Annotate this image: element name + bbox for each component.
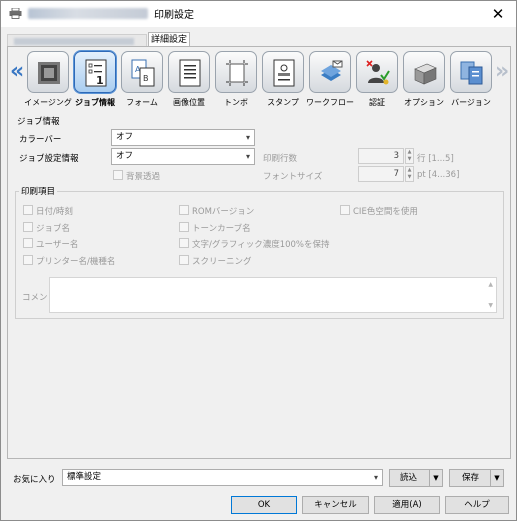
date-time-label: 日付/時刻	[36, 207, 73, 217]
toolbar-item-frame	[309, 51, 351, 93]
svg-text:1: 1	[96, 74, 104, 87]
user-name-checkbox[interactable]	[23, 238, 33, 248]
apply-button[interactable]: 適用(A)	[374, 496, 440, 514]
tab-advanced-settings[interactable]: 詳細設定	[148, 32, 190, 47]
job-name-label: ジョブ名	[36, 224, 71, 234]
color-bar-label: カラーバー	[19, 135, 62, 145]
screening-label: スクリーニング	[192, 257, 252, 267]
close-icon: ✕	[491, 5, 505, 23]
save-button-label: 保存	[462, 473, 480, 483]
version-icon	[460, 61, 483, 85]
scroll-up-icon[interactable]: ▲	[488, 281, 493, 288]
rom-version-checkbox[interactable]	[179, 205, 189, 215]
title-bar: 印刷設定 ✕	[1, 1, 516, 27]
chevron-down-icon: ▾	[373, 473, 378, 482]
toolbar-item-frame: 1	[74, 51, 116, 93]
toolbar-item-frame	[403, 51, 445, 93]
load-dropdown-icon[interactable]: ▼	[429, 470, 442, 486]
print-items-group-title: 印刷項目	[19, 185, 58, 197]
save-dropdown-icon[interactable]: ▼	[490, 470, 503, 486]
print-lines-input[interactable]: 3	[358, 148, 404, 164]
job-settings-select[interactable]: オフ ▾	[111, 148, 255, 165]
job-name-checkbox[interactable]	[23, 222, 33, 232]
printer-name-checkbox[interactable]	[23, 255, 33, 265]
favorites-value: 標準設定	[67, 472, 102, 482]
cie-color-space-checkbox[interactable]	[340, 205, 350, 215]
job-settings-value: オフ	[116, 151, 134, 161]
job-info-icon: 1	[85, 59, 107, 87]
toolbar-item-frame	[215, 51, 257, 93]
toolbar-item-label: バージョン	[451, 98, 491, 107]
help-button[interactable]: ヘルプ	[445, 496, 509, 514]
ok-button[interactable]: OK	[231, 496, 297, 514]
toolbar-item-frame	[168, 51, 210, 93]
imaging-icon	[38, 62, 60, 84]
toolbar-item-version[interactable]: バージョン	[448, 51, 494, 109]
crop-mark-icon	[226, 60, 248, 86]
load-button[interactable]: 読込 ▼	[389, 469, 443, 487]
scroll-right-icon[interactable]: »	[495, 59, 509, 84]
comment-textarea[interactable]: ▲ ▼	[49, 277, 497, 313]
printer-icon	[9, 8, 22, 19]
window-title: 印刷設定	[154, 10, 194, 21]
font-size-unit: pt [4...36]	[417, 170, 460, 180]
load-button-label: 読込	[400, 473, 418, 483]
toolbar-item-frame: AB	[121, 51, 163, 93]
tab-printer-label-blurred	[14, 38, 134, 45]
keep-density-label: 文字/グラフィック濃度100%を保持	[192, 240, 330, 250]
workflow-icon	[321, 60, 343, 81]
background-transparent-checkbox[interactable]	[113, 170, 123, 180]
user-name-label: ユーザー名	[36, 240, 79, 250]
job-info-group-title: ジョブ情報	[17, 117, 60, 127]
font-size-spinner[interactable]: ▲ ▼	[405, 166, 414, 182]
cancel-button[interactable]: キャンセル	[302, 496, 369, 514]
print-lines-label: 印刷行数	[263, 154, 298, 164]
chevron-down-icon: ▾	[245, 152, 250, 161]
background-transparent-label: 背景透過	[126, 172, 161, 182]
date-time-checkbox[interactable]	[23, 205, 33, 215]
cie-color-space-label: CIE色空間を使用	[353, 207, 418, 217]
toolbar-item-frame	[27, 51, 69, 93]
color-bar-select[interactable]: オフ ▾	[111, 129, 255, 146]
printer-name-blurred	[28, 8, 148, 19]
tone-curve-label: トーンカーブ名	[192, 224, 251, 234]
print-lines-spinner[interactable]: ▲ ▼	[405, 148, 414, 164]
favorites-label: お気に入り	[13, 475, 56, 485]
scroll-left-icon[interactable]: «	[10, 59, 24, 84]
form-icon: AB	[131, 59, 155, 87]
favorites-select[interactable]: 標準設定 ▾	[62, 469, 383, 486]
font-size-label: フォントサイズ	[263, 172, 323, 182]
authentication-icon	[366, 60, 390, 85]
font-size-input[interactable]: 7	[358, 166, 404, 182]
screening-checkbox[interactable]	[179, 255, 189, 265]
toolbar-item-frame	[450, 51, 492, 93]
option-icon	[414, 63, 437, 85]
scroll-down-icon[interactable]: ▼	[488, 302, 493, 309]
job-settings-label: ジョブ設定情報	[19, 154, 79, 164]
toolbar-item-frame	[356, 51, 398, 93]
printer-name-label: プリンター名/機種名	[36, 257, 116, 267]
toolbar-item-frame	[262, 51, 304, 93]
category-toolbar: イメージング 1 ジョブ情報 AB フォーム 画像位置 トンボ スタンプ ワーク…	[24, 51, 495, 109]
print-lines-unit: 行 [1...5]	[417, 154, 454, 164]
image-position-icon	[179, 59, 201, 87]
print-settings-window: 印刷設定 ✕ 詳細設定 « » イメージング 1 ジョブ情報 AB フォーム 画…	[0, 0, 517, 521]
rom-version-label: ROMバージョン	[192, 207, 255, 217]
close-button[interactable]: ✕	[480, 1, 516, 27]
chevron-down-icon: ▾	[245, 133, 250, 142]
color-bar-value: オフ	[116, 132, 134, 142]
stamp-icon	[273, 59, 295, 87]
svg-text:B: B	[143, 74, 149, 83]
keep-density-checkbox[interactable]	[179, 238, 189, 248]
tone-curve-checkbox[interactable]	[179, 222, 189, 232]
save-button[interactable]: 保存 ▼	[449, 469, 504, 487]
